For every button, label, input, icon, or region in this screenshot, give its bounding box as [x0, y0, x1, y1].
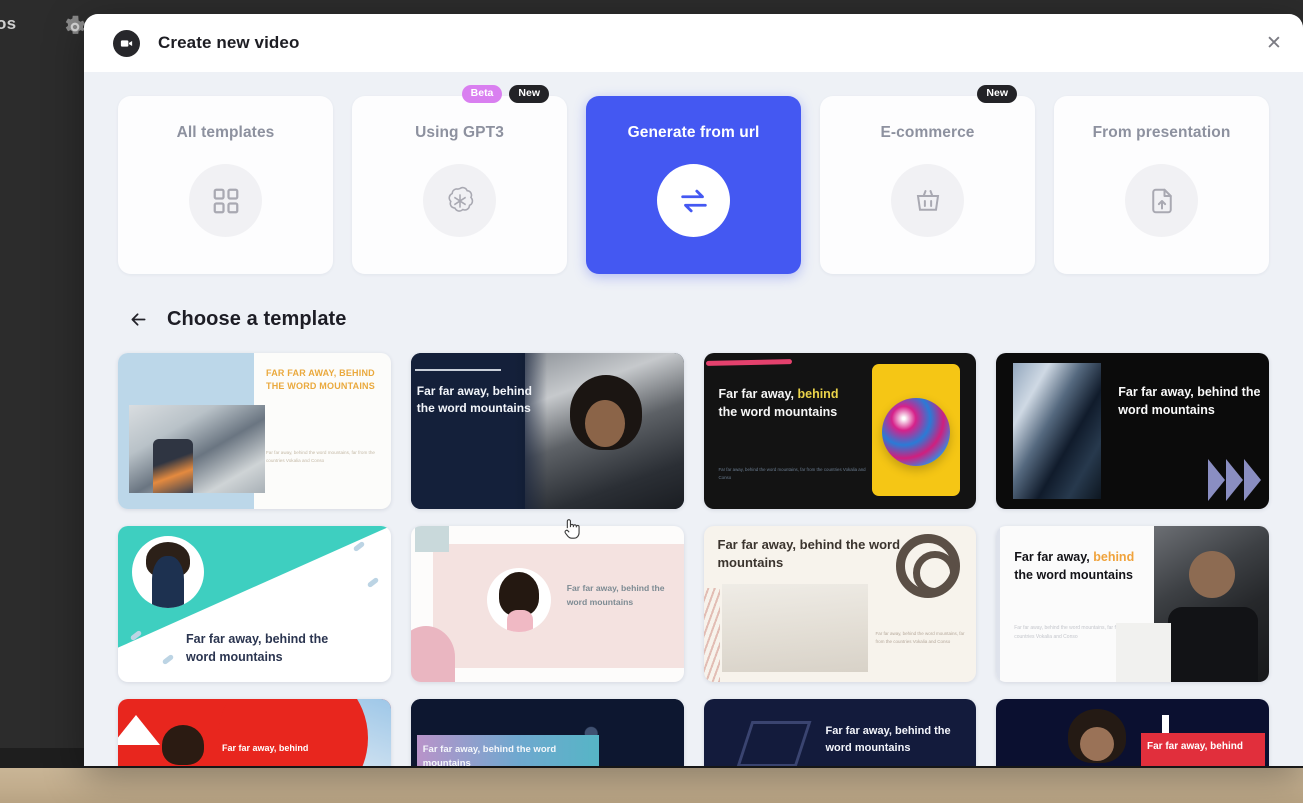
decor-dash — [352, 540, 366, 553]
grid-icon — [189, 164, 262, 237]
mode-tabs: All templates Beta New Using GPT3 Genera… — [118, 85, 1269, 274]
back-arrow-icon[interactable] — [128, 309, 149, 330]
tab-all-templates[interactable]: All templates — [118, 96, 333, 274]
basket-icon — [891, 164, 964, 237]
decor-underline — [705, 359, 792, 366]
decor-dash — [366, 576, 380, 589]
template-photo — [721, 584, 868, 672]
tab-generate-from-url[interactable]: Generate from url — [586, 96, 801, 274]
heading-part-a: Far far away, — [718, 387, 798, 401]
template-photo — [129, 405, 265, 493]
badge-beta: Beta — [461, 85, 503, 103]
template-heading: Far far away, behind the word mountains — [566, 583, 665, 607]
badge-new: New — [977, 85, 1017, 103]
template-heading: Far far away, behind the word mountains — [416, 384, 532, 416]
tab-label: From presentation — [1092, 124, 1231, 141]
template-heading: Far far away, behind the word mountains — [719, 386, 894, 422]
tab-badges: New — [977, 85, 1017, 103]
template-heading: Far far away, behind — [222, 743, 309, 753]
decor-label: Far far away, behind — [1141, 733, 1265, 766]
template-photo — [1154, 526, 1269, 682]
tab-using-gpt3[interactable]: Beta New Using GPT3 — [352, 85, 567, 274]
close-icon[interactable]: ✕ — [1259, 28, 1289, 58]
tab-label: All templates — [176, 124, 275, 141]
badge-new: New — [509, 85, 549, 103]
backdrop-label: os — [0, 14, 17, 33]
swap-arrows-icon — [657, 164, 730, 237]
tab-e-commerce[interactable]: New E-commerce — [820, 85, 1035, 274]
create-new-video-modal: Create new video ✕ All templates Beta Ne… — [84, 14, 1303, 766]
choose-template-header: Choose a template — [128, 308, 1269, 331]
decor-bar — [414, 369, 501, 371]
template-card[interactable]: Far far away, behind the word mountains … — [703, 526, 977, 682]
decor-stripes — [703, 588, 720, 682]
template-photo — [1013, 363, 1102, 499]
heading-part-c: the word mountains — [718, 404, 838, 419]
heading-accent: behind — [1093, 550, 1135, 564]
decor-panel — [410, 353, 548, 509]
template-body: Far far away, behind the word mountains,… — [718, 467, 866, 480]
decor-block — [414, 526, 449, 552]
template-card[interactable]: FAR FAR AWAY, BEHIND THE WORD MOUNTAINS … — [118, 353, 391, 509]
file-upload-icon — [1125, 164, 1198, 237]
heading-part-a: Far far away, — [1014, 550, 1094, 564]
template-grid: FAR FAR AWAY, BEHIND THE WORD MOUNTAINS … — [118, 353, 1269, 766]
decor-target-icon — [896, 534, 961, 598]
heading-part-c: the word mountains — [1014, 568, 1133, 583]
decor-circle — [218, 699, 368, 766]
decor-sphere — [882, 398, 951, 466]
template-heading: Far far away, behind the word mountains — [825, 725, 951, 754]
modal-header: Create new video ✕ — [84, 14, 1303, 72]
screen: os Create new video ✕ All templates Beta… — [0, 0, 1303, 803]
template-heading: Far far away, behind the word mountains — [1118, 385, 1261, 418]
template-card[interactable]: Far far away, behind the word mountains — [118, 526, 391, 682]
tab-label: Generate from url — [627, 124, 760, 141]
avatar — [132, 536, 204, 608]
video-camera-icon — [113, 29, 140, 57]
template-card[interactable]: Far far away, behind the word mountains — [703, 699, 977, 766]
decor-chevron — [118, 715, 160, 745]
template-heading: Far far away, behind the word mountains — [717, 537, 901, 571]
template-heading: FAR FAR AWAY, BEHIND THE WORD MOUNTAINS — [266, 368, 375, 392]
template-card[interactable]: Far far away, behind — [118, 699, 391, 766]
avatar — [486, 568, 551, 632]
template-heading: Far far away, behind the word mountains — [422, 744, 557, 766]
heading-accent: behind — [797, 387, 839, 401]
template-card[interactable]: Far far away, behind the word mountains — [410, 699, 684, 766]
template-heading: Far far away, behind the word mountains — [186, 631, 329, 664]
template-body: Far far away, behind the word mountains,… — [266, 450, 375, 463]
section-title: Choose a template — [167, 308, 347, 330]
decor-edge — [996, 526, 1001, 682]
template-body: Far far away, behind the word mountains,… — [875, 631, 965, 644]
openai-icon — [423, 164, 496, 237]
template-card[interactable]: Far far away, behind the word mountains — [410, 526, 684, 682]
template-card[interactable]: Far far away, behind the word mountains — [410, 353, 684, 509]
tab-label: Using GPT3 — [415, 124, 504, 141]
decor-card — [872, 364, 961, 496]
bottom-bar — [0, 768, 1303, 803]
decor-chevrons — [1208, 459, 1261, 501]
tab-label: E-commerce — [880, 124, 975, 141]
template-card[interactable]: Far far away, behind the word mountains — [996, 353, 1269, 509]
decor-shirt — [1116, 622, 1171, 682]
decor-shape — [736, 721, 811, 766]
tab-from-presentation[interactable]: From presentation — [1054, 96, 1269, 274]
tab-badges: Beta New — [461, 85, 549, 103]
template-heading: Far far away, behind — [1147, 741, 1243, 752]
template-card[interactable]: Far far away, behind — [996, 699, 1269, 766]
template-card[interactable]: Far far away, behind the word mountains F… — [703, 353, 977, 509]
modal-body: All templates Beta New Using GPT3 Genera… — [84, 72, 1303, 766]
avatar-face — [1080, 727, 1115, 761]
template-card[interactable]: Far far away, behind the word mountains F… — [996, 526, 1269, 682]
decor-dash — [161, 653, 175, 666]
page-title: Create new video — [158, 33, 300, 52]
avatar — [162, 725, 204, 765]
template-photo — [525, 353, 684, 509]
